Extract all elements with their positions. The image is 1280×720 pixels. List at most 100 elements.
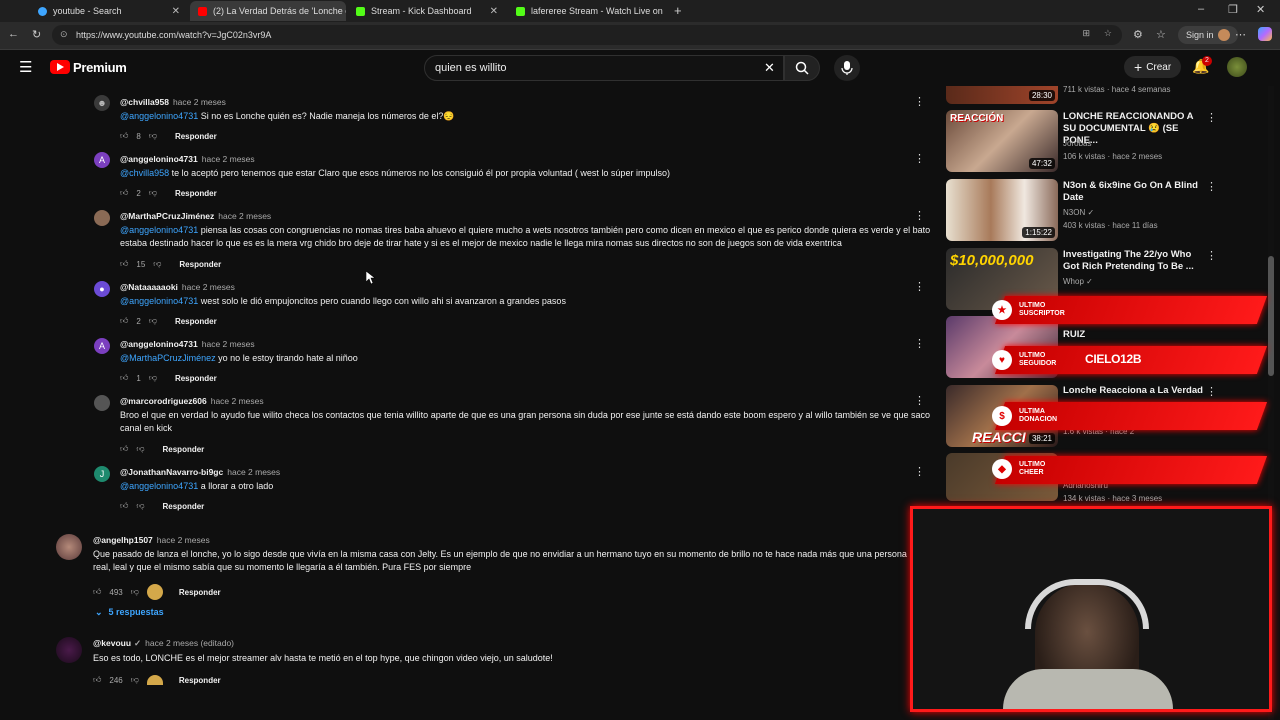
close-tab-icon[interactable]: ✕ xyxy=(172,6,180,17)
reply-button[interactable]: Responder xyxy=(179,260,221,269)
copilot-icon[interactable] xyxy=(1258,27,1272,41)
comment-time[interactable]: hace 2 meses xyxy=(211,396,264,406)
mention-link[interactable]: @anggelonino4731 xyxy=(120,296,198,306)
new-tab-icon[interactable]: + xyxy=(674,3,682,18)
avatar[interactable] xyxy=(56,534,82,560)
reply-button[interactable]: Responder xyxy=(175,374,217,383)
more-options-icon[interactable]: ⋮ xyxy=(914,152,925,165)
voice-search-button[interactable] xyxy=(834,55,860,81)
handle[interactable]: @kevouu xyxy=(93,638,131,648)
reply-button[interactable]: Responder xyxy=(175,189,217,198)
dislike-icon[interactable]: 👎︎ xyxy=(153,259,161,269)
dislike-icon[interactable]: 👎︎ xyxy=(149,373,157,383)
comment-time[interactable]: hace 2 meses xyxy=(227,467,280,477)
comment-author[interactable]: @anggelonino4731 hace 2 meses xyxy=(120,154,255,164)
mention-link[interactable]: @anggelonino4731 xyxy=(120,481,198,491)
avatar[interactable]: A xyxy=(92,338,110,354)
favorites-icon[interactable]: ☆ xyxy=(1156,28,1166,41)
like-icon[interactable]: 👍︎ xyxy=(120,131,128,141)
like-icon[interactable]: 👍︎ xyxy=(120,373,128,383)
comment-time[interactable]: hace 2 meses xyxy=(173,97,226,107)
favorite-star-icon[interactable]: ☆ xyxy=(1104,28,1112,39)
close-tab-icon[interactable]: ✕ xyxy=(490,6,498,17)
avatar[interactable]: ☻ xyxy=(92,95,112,113)
like-icon[interactable]: 👍︎ xyxy=(120,444,128,454)
more-options-icon[interactable]: ⋮ xyxy=(914,337,925,350)
more-options-icon[interactable]: ⋮ xyxy=(1206,180,1217,193)
mention-link[interactable]: @MarthaPCruzJiménez xyxy=(120,353,216,363)
search-button[interactable] xyxy=(784,55,820,81)
comment-author[interactable]: @chvilla958 hace 2 meses xyxy=(120,97,226,107)
dislike-icon[interactable]: 👎︎ xyxy=(136,444,144,454)
show-replies-button[interactable]: ⌄ 5 respuestas xyxy=(95,607,164,618)
url-field[interactable]: ⊙ https://www.youtube.com/watch?v=JgC02n… xyxy=(52,25,1122,45)
tab-youtube-search[interactable]: youtube - Search ✕ xyxy=(30,1,188,21)
comment-time[interactable]: hace 2 meses xyxy=(202,154,255,164)
comment-time[interactable]: hace 2 meses xyxy=(202,339,255,349)
video-title[interactable]: Investigating The 22/yo Who Got Rich Pre… xyxy=(1063,249,1203,273)
channel-name[interactable]: Whop ✓ xyxy=(1063,276,1093,288)
mention-link[interactable]: @anggelonino4731 xyxy=(120,111,198,121)
video-thumbnail[interactable]: REACCIÓN 47:32 xyxy=(946,110,1058,172)
comment-author[interactable]: @MarthaPCruzJiménez hace 2 meses xyxy=(120,211,271,221)
search-input[interactable]: quien es willito xyxy=(424,55,784,81)
reply-button[interactable]: Responder xyxy=(175,317,217,326)
dislike-icon[interactable]: 👎︎ xyxy=(131,587,139,597)
more-options-icon[interactable]: ⋮ xyxy=(1206,385,1217,398)
more-options-icon[interactable]: ⋮ xyxy=(1206,111,1217,124)
reply-button[interactable]: Responder xyxy=(163,502,205,511)
comment-author[interactable]: @anggelonino4731 hace 2 meses xyxy=(120,339,255,349)
reload-icon[interactable]: ↻ xyxy=(32,28,41,41)
comment-time[interactable]: hace 2 meses xyxy=(182,282,235,292)
handle[interactable]: @anggelonino4731 xyxy=(120,154,198,164)
reply-button[interactable]: Responder xyxy=(179,588,221,597)
site-info-icon[interactable]: ⊙ xyxy=(60,29,68,40)
handle[interactable]: @anggelonino4731 xyxy=(120,339,198,349)
more-menu-icon[interactable]: ⋯ xyxy=(1235,28,1246,41)
more-options-icon[interactable]: ⋮ xyxy=(914,209,925,222)
reply-button[interactable]: Responder xyxy=(179,676,221,685)
handle[interactable]: @marcorodriguez606 xyxy=(120,396,207,406)
like-icon[interactable]: 👍︎ xyxy=(120,501,128,511)
more-options-icon[interactable]: ⋮ xyxy=(1206,249,1217,262)
avatar[interactable]: ● xyxy=(92,281,110,297)
comment-time[interactable]: hace 2 meses xyxy=(218,211,271,221)
like-icon[interactable]: 👍︎ xyxy=(120,316,128,326)
mention-link[interactable]: @anggelonino4731 xyxy=(120,225,198,235)
more-options-icon[interactable]: ⋮ xyxy=(914,465,925,478)
account-avatar[interactable] xyxy=(1227,57,1247,77)
avatar[interactable] xyxy=(92,210,110,226)
clear-search-icon[interactable]: ✕ xyxy=(764,60,775,76)
comment-author[interactable]: @Nataaaaaoki hace 2 meses xyxy=(120,282,235,292)
comment-author[interactable]: @JonathanNavarro-bi9gc hace 2 meses xyxy=(120,467,280,477)
comment-author[interactable]: @angelhp1507 hace 2 meses xyxy=(93,535,210,545)
more-options-icon[interactable]: ⋮ xyxy=(914,394,925,407)
sign-in-button[interactable]: Sign in xyxy=(1178,26,1238,44)
back-icon[interactable]: ← xyxy=(8,28,19,40)
like-icon[interactable]: 👍︎ xyxy=(93,675,101,685)
minimize-icon[interactable]: – xyxy=(1198,3,1204,15)
video-title[interactable]: RUIZ xyxy=(1063,329,1203,341)
video-title[interactable]: Lonche Reacciona a La Verdad xyxy=(1063,385,1203,397)
handle[interactable]: @JonathanNavarro-bi9gc xyxy=(120,467,223,477)
channel-name[interactable]: Jorobas xyxy=(1063,138,1091,150)
dislike-icon[interactable]: 👎︎ xyxy=(149,188,157,198)
dislike-icon[interactable]: 👎︎ xyxy=(136,501,144,511)
tab-kick-dashboard[interactable]: Stream - Kick Dashboard ✕ xyxy=(348,1,506,21)
video-title[interactable]: N3on & 6ix9ine Go On A Blind Date xyxy=(1063,180,1203,204)
like-icon[interactable]: 👍︎ xyxy=(120,259,128,269)
like-icon[interactable]: 👍︎ xyxy=(93,587,101,597)
video-thumbnail[interactable]: 28:30 xyxy=(946,86,1058,104)
channel-name[interactable]: N3ON ✓ xyxy=(1063,207,1094,219)
hamburger-menu-icon[interactable]: ☰ xyxy=(19,58,32,76)
reader-icon[interactable]: ⊞ xyxy=(1082,28,1090,39)
dislike-icon[interactable]: 👎︎ xyxy=(149,131,157,141)
avatar[interactable] xyxy=(56,637,82,663)
avatar[interactable]: J xyxy=(92,466,110,482)
handle[interactable]: @chvilla958 xyxy=(120,97,169,107)
more-options-icon[interactable]: ⋮ xyxy=(914,95,925,108)
handle[interactable]: @angelhp1507 xyxy=(93,535,153,545)
dislike-icon[interactable]: 👎︎ xyxy=(149,316,157,326)
handle[interactable]: @MarthaPCruzJiménez xyxy=(120,211,214,221)
mention-link[interactable]: @chvilla958 xyxy=(120,168,169,178)
